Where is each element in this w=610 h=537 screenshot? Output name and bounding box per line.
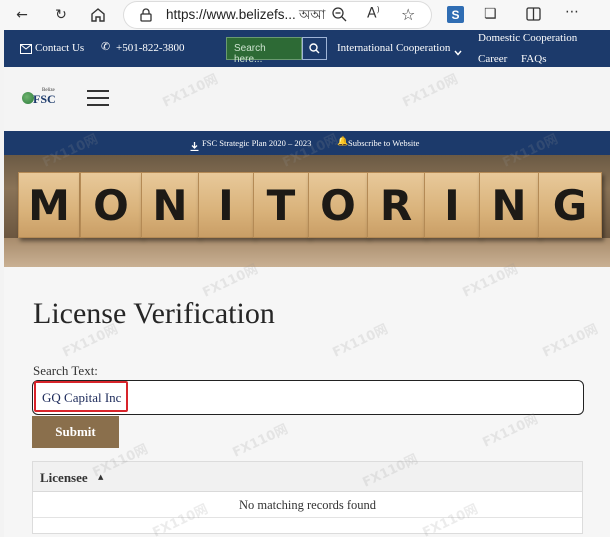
home-icon[interactable] (90, 7, 106, 23)
zoom-out-icon[interactable] (332, 7, 347, 27)
banner-block: I (198, 172, 254, 238)
nav-career[interactable]: Career (478, 53, 507, 65)
page-title: License Verification (33, 297, 275, 330)
read-aloud-icon[interactable]: অআ (299, 6, 325, 27)
logo-main-text: FSC (33, 92, 56, 106)
banner-block: O (80, 172, 142, 238)
banner-block: N (141, 172, 199, 238)
subscribe-link[interactable]: Subscribe to Website (348, 138, 419, 148)
submit-button[interactable]: Submit (32, 416, 119, 448)
chevron-down-icon (454, 43, 462, 61)
fsc-logo[interactable]: Belize FSC (22, 88, 60, 108)
nav-faqs[interactable]: FAQs (521, 53, 546, 65)
s-extension-icon[interactable]: S (447, 6, 464, 23)
banner-block: G (538, 172, 602, 238)
empty-table-message: No matching records found (238, 498, 377, 512)
url-text: https://www.belizefs... (166, 7, 296, 22)
search-icon (309, 43, 320, 54)
banner-block: R (367, 172, 425, 238)
envelope-icon (20, 41, 32, 59)
site-search-input[interactable]: Search here... (226, 37, 302, 65)
nav-domestic-cooperation[interactable]: Domestic Cooperation (478, 32, 577, 44)
address-bar[interactable]: https://www.belizefs... অআ A) ☆ (124, 2, 431, 28)
site-search-button[interactable] (302, 37, 327, 60)
banner-block: I (424, 172, 480, 238)
banner-block: O (308, 172, 368, 238)
column-header-licensee[interactable]: Licensee (40, 470, 88, 486)
more-icon[interactable]: ⋯ (565, 4, 579, 20)
download-icon (190, 138, 199, 156)
contact-us-link[interactable]: Contact Us (35, 42, 84, 54)
phone-number[interactable]: +501-822-3800 (116, 42, 185, 54)
back-arrow-icon[interactable]: ← (14, 7, 30, 23)
favorite-star-icon[interactable]: ☆ (401, 5, 415, 24)
site-top-nav: Contact Us ✆ +501-822-3800 Search here..… (4, 30, 610, 67)
text-size-icon[interactable]: A) (367, 5, 380, 22)
split-screen-icon[interactable] (526, 7, 541, 26)
table-row: No matching records found (33, 493, 582, 518)
monitoring-banner: M O N I T O R I N G (4, 155, 610, 267)
search-text-label: Search Text: (33, 363, 98, 378)
extensions-icon[interactable]: ❏ (484, 6, 497, 22)
refresh-icon[interactable]: ↻ (53, 7, 69, 23)
banner-block: M (18, 172, 80, 238)
banner-block: N (479, 172, 539, 238)
browser-toolbar: ← ↻ https://www.belizefs... অআ A) ☆ S ❏ … (0, 0, 610, 30)
lock-icon (140, 8, 152, 27)
hamburger-menu-icon[interactable] (87, 90, 109, 111)
nav-international-cooperation[interactable]: International Cooperation (337, 42, 450, 54)
banner-block: T (253, 172, 309, 238)
annotation-highlight-box (34, 381, 128, 412)
banner-table-surface (4, 238, 610, 267)
phone-icon: ✆ (101, 40, 111, 53)
